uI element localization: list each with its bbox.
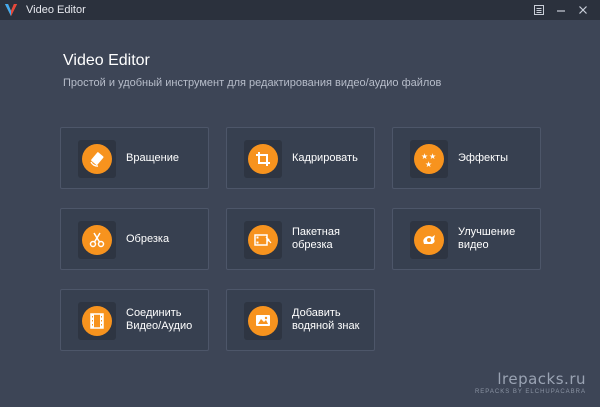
minimize-button[interactable] — [550, 2, 572, 18]
merge-icon — [78, 302, 116, 340]
watermark-text: lrepacks.ru — [497, 370, 586, 388]
app-logo-icon — [5, 4, 17, 16]
crop-icon — [244, 140, 282, 178]
menu-icon — [534, 5, 544, 15]
watermark-subtext: REPACKS BY ELCHUPACABRA — [474, 389, 586, 395]
scissors-icon — [78, 221, 116, 259]
site-watermark: lrepacks.ru REPACKS BY ELCHUPACABRA — [475, 370, 586, 395]
watermark-icon — [244, 302, 282, 340]
rotate-icon — [78, 140, 116, 178]
tool-card-batch-trim[interactable]: Пакетная обрезка — [226, 208, 375, 270]
enhance-icon — [410, 221, 448, 259]
tool-label: Эффекты — [458, 151, 509, 164]
page-subtitle: Простой и удобный инструмент для редакти… — [63, 77, 442, 89]
tool-label: Вращение — [126, 151, 179, 164]
window-title: Video Editor — [26, 4, 86, 16]
tool-card-enhance[interactable]: Улучшение видео — [392, 208, 541, 270]
effects-icon: ★ ★ ★ — [410, 140, 448, 178]
page-title: Video Editor — [63, 52, 150, 69]
minimize-icon — [557, 10, 565, 12]
tool-label: Улучшение видео — [458, 226, 516, 251]
svg-text:★: ★ — [425, 160, 432, 168]
header: Video Editor Простой и удобный инструмен… — [63, 52, 441, 89]
close-icon — [579, 6, 587, 14]
batch-trim-icon — [244, 221, 282, 259]
tool-label: Кадрировать — [292, 151, 358, 164]
tool-label: Пакетная обрезка — [292, 226, 340, 251]
menu-button[interactable] — [528, 2, 550, 18]
tool-label: Добавить водяной знак — [292, 307, 360, 332]
tool-card-effects[interactable]: ★ ★ ★ Эффекты — [392, 127, 541, 189]
tool-card-rotate[interactable]: Вращение — [60, 127, 209, 189]
title-bar: Video Editor — [0, 0, 600, 20]
close-button[interactable] — [572, 2, 594, 18]
tool-card-trim[interactable]: Обрезка — [60, 208, 209, 270]
tool-card-crop[interactable]: Кадрировать — [226, 127, 375, 189]
tool-label: Соединить Видео/Аудио — [126, 307, 193, 332]
tool-card-merge[interactable]: Соединить Видео/Аудио — [60, 289, 209, 351]
tool-card-watermark[interactable]: Добавить водяной знак — [226, 289, 375, 351]
tool-label: Обрезка — [126, 232, 170, 245]
